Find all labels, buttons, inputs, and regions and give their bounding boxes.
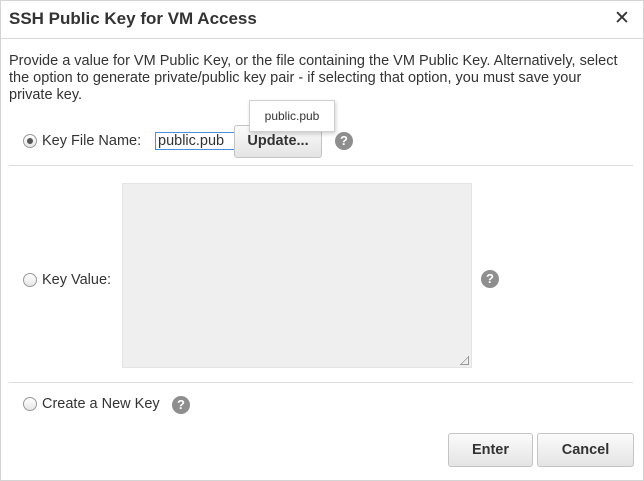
enter-button[interactable]: Enter (448, 433, 533, 467)
key-value-radio[interactable] (23, 273, 37, 287)
create-new-key-radio[interactable] (23, 397, 37, 411)
question-mark-icon[interactable]: ? (172, 396, 190, 414)
divider (9, 382, 633, 383)
question-mark-icon[interactable]: ? (481, 270, 499, 288)
close-icon[interactable]: ✕ (613, 9, 631, 29)
key-value-textarea[interactable] (122, 183, 472, 368)
key-file-label: Key File Name: (42, 133, 142, 149)
key-file-name-input[interactable]: public.pub (155, 132, 235, 150)
dialog-title-bar: SSH Public Key for VM Access ✕ (1, 1, 643, 39)
file-name-tooltip: public.pub (249, 100, 335, 132)
question-mark-icon[interactable]: ? (335, 132, 353, 150)
key-file-radio[interactable] (23, 134, 37, 148)
resize-grip-icon[interactable] (460, 356, 469, 365)
create-new-key-label: Create a New Key (42, 396, 160, 412)
dialog-title: SSH Public Key for VM Access (9, 9, 257, 28)
cancel-button[interactable]: Cancel (537, 433, 634, 467)
ssh-key-dialog: SSH Public Key for VM Access ✕ Provide a… (0, 0, 644, 481)
key-value-label: Key Value: (42, 272, 112, 288)
dialog-description: Provide a value for VM Public Key, or th… (9, 53, 618, 103)
divider (9, 165, 633, 166)
